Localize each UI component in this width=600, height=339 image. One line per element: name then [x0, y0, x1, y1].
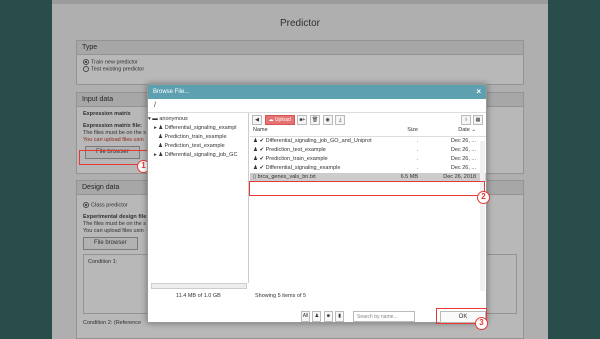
upload-button[interactable]: ☁ Upload [264, 115, 295, 125]
file-row[interactable]: ♟ ✔ Prediction_train_example . Dec 26, .… [250, 155, 486, 164]
trash-icon[interactable]: 🗑 [309, 115, 321, 125]
annotation-badge-2: 2 [477, 191, 490, 204]
quota-text: 11.4 MB of 1.0 GB [176, 293, 221, 299]
tree-item[interactable]: ▸ ♟ Differential_signaling_exampl [148, 124, 248, 133]
annotation-box-2 [249, 181, 485, 196]
file-row[interactable]: ♟ ✔ Differential_signaling_job_GO_and_Un… [250, 137, 486, 146]
folder-tree: ▾ ▬ anonymous ▸ ♟ Differential_signaling… [148, 113, 249, 283]
file-row[interactable]: ♟ ✔ Prediction_test_example . Dec 26, ..… [250, 146, 486, 155]
browse-file-dialog: Browse File... × / ▾ ▬ anonymous ▸ ♟ Dif… [147, 84, 487, 323]
grid-view-icon[interactable]: ▦ [473, 115, 483, 125]
name-column[interactable]: Name [253, 127, 268, 133]
tree-root[interactable]: ▾ ▬ anonymous [148, 115, 248, 124]
date-column[interactable]: Date ⌄ [428, 127, 476, 133]
tree-item[interactable]: ♟ Prediction_test_example [148, 142, 248, 151]
file-toolbar: ◀ ☁ Upload ■+ 🗑 ◉ ⤓ i ▦ [250, 113, 486, 127]
file-list-pane: ◀ ☁ Upload ■+ 🗑 ◉ ⤓ i ▦ Name Size Date ⌄… [250, 113, 486, 291]
showing-text: Showing 5 items of 5 [255, 293, 307, 299]
filter-all-button[interactable]: All [301, 311, 310, 322]
vertical-scrollbar[interactable] [480, 141, 485, 291]
close-icon[interactable]: × [476, 87, 481, 96]
horizontal-scrollbar[interactable] [151, 283, 247, 289]
file-icon: ▯ [253, 174, 257, 180]
annotation-badge-3: 3 [475, 317, 488, 330]
tree-item[interactable]: ▸ ♟ Differential_signaling_job_GC [148, 151, 248, 160]
new-folder-button[interactable]: ■+ [297, 115, 308, 125]
dialog-header: Browse File... × [148, 85, 486, 99]
file-row[interactable]: ♟ ✔ Differential_signaling_example . Dec… [250, 164, 486, 173]
back-icon[interactable]: ◀ [252, 115, 262, 125]
filter-folder-icon[interactable]: ■ [323, 311, 333, 322]
size-column[interactable]: Size [398, 127, 418, 133]
info-icon[interactable]: i [461, 115, 471, 125]
path-bar: / [148, 99, 486, 113]
column-header: Name Size Date ⌄ [250, 127, 486, 137]
dialog-title: Browse File... [153, 89, 190, 95]
filter-buttons: All ♟ ■ ▮ [301, 311, 345, 322]
eye-icon[interactable]: ◉ [322, 115, 333, 125]
search-input[interactable]: Search by name... [353, 311, 415, 322]
filter-user-icon[interactable]: ♟ [312, 311, 322, 322]
filter-file-icon[interactable]: ▮ [335, 311, 345, 322]
tree-item[interactable]: ♟ Prediction_train_example [148, 133, 248, 142]
download-icon[interactable]: ⤓ [335, 115, 346, 125]
